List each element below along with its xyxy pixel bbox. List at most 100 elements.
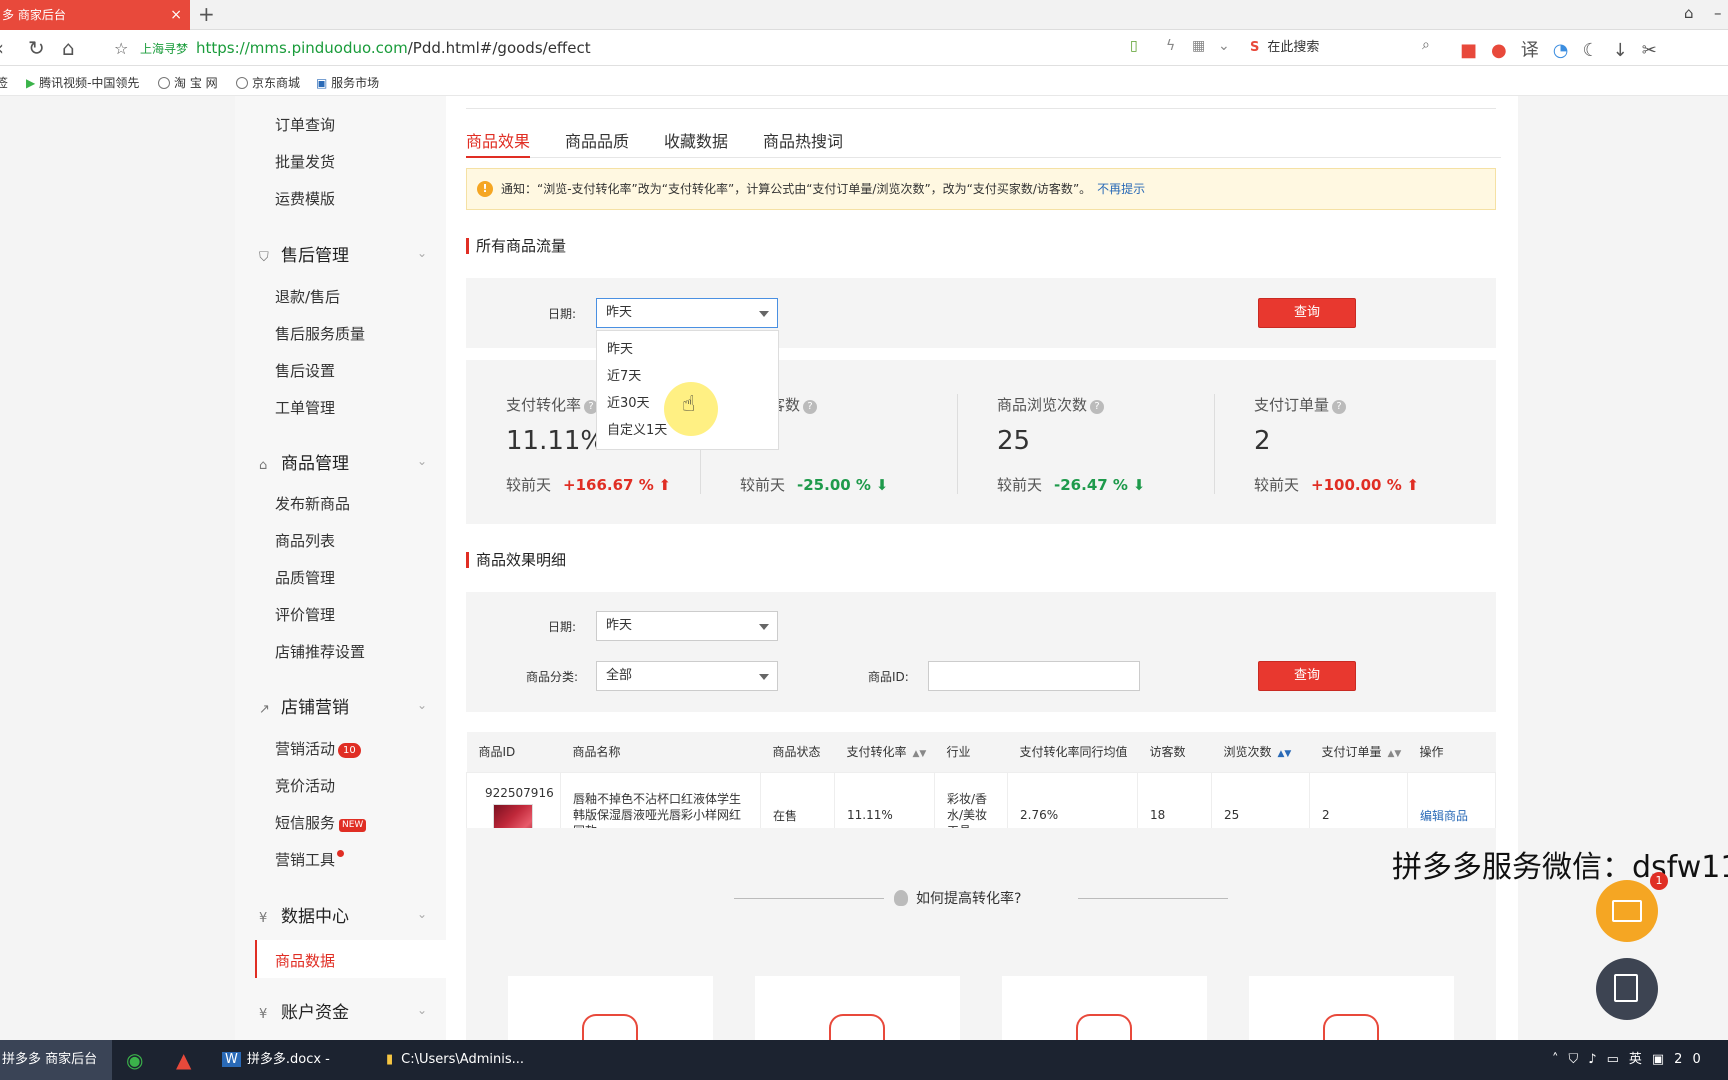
tab-close-icon[interactable]: × — [170, 0, 182, 30]
sidebar-item-freight-template[interactable]: 运费模版 — [275, 188, 335, 209]
sidebar-group-aftersale[interactable]: ⛉ 售后管理 — [259, 241, 349, 266]
moon-icon[interactable]: ☾ — [1582, 40, 1612, 61]
sidebar-item-publish[interactable]: 发布新商品 — [275, 493, 350, 514]
taskbar-item-explorer[interactable]: ▮ C:\Users\Adminis... — [386, 1040, 536, 1080]
home-icon[interactable]: ⌂ — [62, 36, 75, 60]
col-views[interactable]: 浏览次数 ▲▼ — [1211, 732, 1310, 773]
sidebar-item-tools[interactable]: 营销工具 — [275, 849, 345, 870]
qr-icon[interactable]: ▦ — [1192, 38, 1205, 54]
sort-icon[interactable]: ▲▼ — [1388, 749, 1402, 759]
help-icon[interactable]: ? — [803, 400, 818, 414]
feedback-button[interactable] — [1596, 958, 1658, 1020]
dropdown-option[interactable]: 近7天 — [607, 365, 641, 384]
tray-up-icon[interactable]: ˄ — [1552, 1052, 1569, 1067]
clock[interactable]: 20 — [1674, 1052, 1711, 1067]
sort-icon[interactable]: ▲▼ — [1278, 749, 1292, 759]
sidebar-item-refund[interactable]: 退款/售后 — [275, 286, 340, 307]
sidebar-item-campaigns[interactable]: 营销活动 10 — [275, 738, 361, 759]
clock-icon[interactable]: ◔ — [1553, 40, 1583, 61]
browser-icon[interactable]: ◉ — [126, 1040, 143, 1080]
sidebar-item-goods-list[interactable]: 商品列表 — [275, 530, 335, 551]
sidebar-item-order-query[interactable]: 订单查询 — [275, 114, 335, 135]
category-select[interactable]: 全部 — [596, 661, 778, 691]
bookmark-item[interactable]: 京东商城 — [236, 74, 300, 91]
browser-tab-active[interactable]: 多 商家后台 × — [0, 0, 190, 30]
sidebar-item-bidding[interactable]: 竞价活动 — [275, 775, 335, 796]
sidebar-item-store-recommend[interactable]: 店铺推荐设置 — [275, 641, 365, 662]
minimize-icon[interactable]: – — [1714, 4, 1722, 22]
sidebar-item-quality[interactable]: 品质管理 — [275, 567, 335, 588]
bookmark-item[interactable]: ▣ 服务市场 — [316, 74, 379, 91]
col-orders[interactable]: 支付订单量 ▲▼ — [1309, 732, 1408, 773]
shirt-icon[interactable]: ⌂ — [1684, 4, 1694, 22]
tip-card[interactable] — [755, 976, 960, 1044]
search-icon[interactable]: ⌕ — [1422, 37, 1430, 53]
chevron-down-icon[interactable]: ⌄ — [417, 1003, 427, 1017]
sidebar-group-data[interactable]: ¥ 数据中心 — [259, 902, 349, 927]
sort-icon[interactable]: ▲▼ — [913, 749, 927, 759]
dismiss-link[interactable]: 不再提示 — [1097, 182, 1145, 196]
bookmark-item[interactable]: ▶ 腾讯视频-中国领先 — [26, 74, 139, 91]
bookmark-item[interactable]: 签 — [0, 74, 8, 91]
new-tab-icon[interactable]: + — [198, 2, 215, 26]
taskbar-item-wps[interactable]: W拼多多.docx - WP... — [222, 1040, 362, 1080]
tab-goods-effect[interactable]: 商品效果 — [466, 128, 531, 158]
chevron-down-icon[interactable]: ⌄ — [417, 246, 427, 260]
col-conversion[interactable]: 支付转化率 ▲▼ — [834, 732, 935, 773]
volume-icon[interactable]: ♪ — [1588, 1052, 1606, 1067]
ime-icon[interactable]: ▣ — [1652, 1052, 1674, 1067]
date-select[interactable]: 昨天 — [596, 298, 778, 328]
ime-lang[interactable]: 英 — [1629, 1052, 1652, 1067]
game-icon[interactable]: ● — [1491, 40, 1521, 61]
dropdown-option[interactable]: 昨天 — [607, 338, 633, 357]
refresh-icon[interactable]: ↻ — [28, 36, 45, 60]
chevron-down-icon[interactable]: ⌄ — [417, 907, 427, 921]
dropdown-option[interactable]: 自定义1天 — [607, 419, 667, 438]
sidebar-group-funds[interactable]: ¥ 账户资金 — [259, 998, 349, 1023]
tip-card[interactable] — [1249, 976, 1454, 1044]
tab-hot-keywords[interactable]: 商品热搜词 — [763, 128, 843, 158]
scissors-icon[interactable]: ✂ — [1642, 40, 1671, 61]
translate-icon[interactable]: 译 — [1521, 40, 1553, 61]
goods-id-input[interactable] — [928, 661, 1140, 691]
shield-icon[interactable]: ⛉ — [1569, 1052, 1589, 1067]
tab-favorites[interactable]: 收藏数据 — [664, 128, 728, 158]
sidebar-item-batch-ship[interactable]: 批量发货 — [275, 151, 335, 172]
dropdown-option[interactable]: 近30天 — [607, 392, 650, 411]
taskbar-item-browser[interactable]: 拼多多 商家后台 — [0, 1040, 112, 1080]
sidebar-item-goods-data[interactable]: 商品数据 — [255, 940, 446, 978]
url-field[interactable]: https://mms.pinduoduo.com/Pdd.html#/good… — [196, 39, 591, 57]
wps-icon: W — [222, 1052, 241, 1067]
reader-icon[interactable]: ▯ — [1130, 38, 1138, 54]
network-icon[interactable]: ▭ — [1607, 1052, 1629, 1067]
sidebar-group-marketing[interactable]: ↗ 店铺营销 — [259, 693, 349, 718]
shop-icon[interactable]: ■ — [1460, 40, 1491, 61]
app-icon[interactable]: ▲ — [176, 1040, 191, 1080]
tip-card[interactable] — [1002, 976, 1207, 1044]
search-engine-icon[interactable]: S — [1250, 40, 1259, 55]
sidebar-item-ticket[interactable]: 工单管理 — [275, 397, 335, 418]
sidebar-item-aftersale-settings[interactable]: 售后设置 — [275, 360, 335, 381]
query-button[interactable]: 查询 — [1258, 298, 1356, 328]
chevron-down-icon[interactable]: ⌄ — [417, 698, 427, 712]
sidebar-item-sms[interactable]: 短信服务 NEW — [275, 812, 367, 833]
mail-button[interactable] — [1596, 880, 1658, 942]
detail-date-select[interactable]: 昨天 — [596, 611, 778, 641]
chevron-down-icon[interactable]: ⌄ — [1218, 38, 1230, 54]
edit-goods-link[interactable]: 编辑商品 — [1420, 809, 1468, 823]
back-icon[interactable]: ‹ — [0, 36, 4, 60]
detail-query-button[interactable]: 查询 — [1258, 661, 1356, 691]
lightning-icon[interactable]: ϟ — [1166, 38, 1175, 54]
search-input[interactable]: S 在此搜索 — [1250, 36, 1440, 60]
sidebar-item-service-quality[interactable]: 售后服务质量 — [275, 323, 365, 344]
bookmark-item[interactable]: 淘 宝 网 — [158, 74, 218, 91]
download-icon[interactable]: ↓ — [1613, 40, 1642, 61]
tab-goods-quality[interactable]: 商品品质 — [565, 128, 629, 158]
sidebar-group-goods[interactable]: ⌂ 商品管理 — [259, 449, 349, 474]
tip-card[interactable] — [508, 976, 713, 1044]
star-icon[interactable]: ☆ — [114, 39, 128, 58]
chevron-down-icon[interactable]: ⌄ — [417, 454, 427, 468]
sidebar-item-reviews[interactable]: 评价管理 — [275, 604, 335, 625]
help-icon[interactable]: ? — [1090, 400, 1105, 414]
help-icon[interactable]: ? — [1332, 400, 1347, 414]
